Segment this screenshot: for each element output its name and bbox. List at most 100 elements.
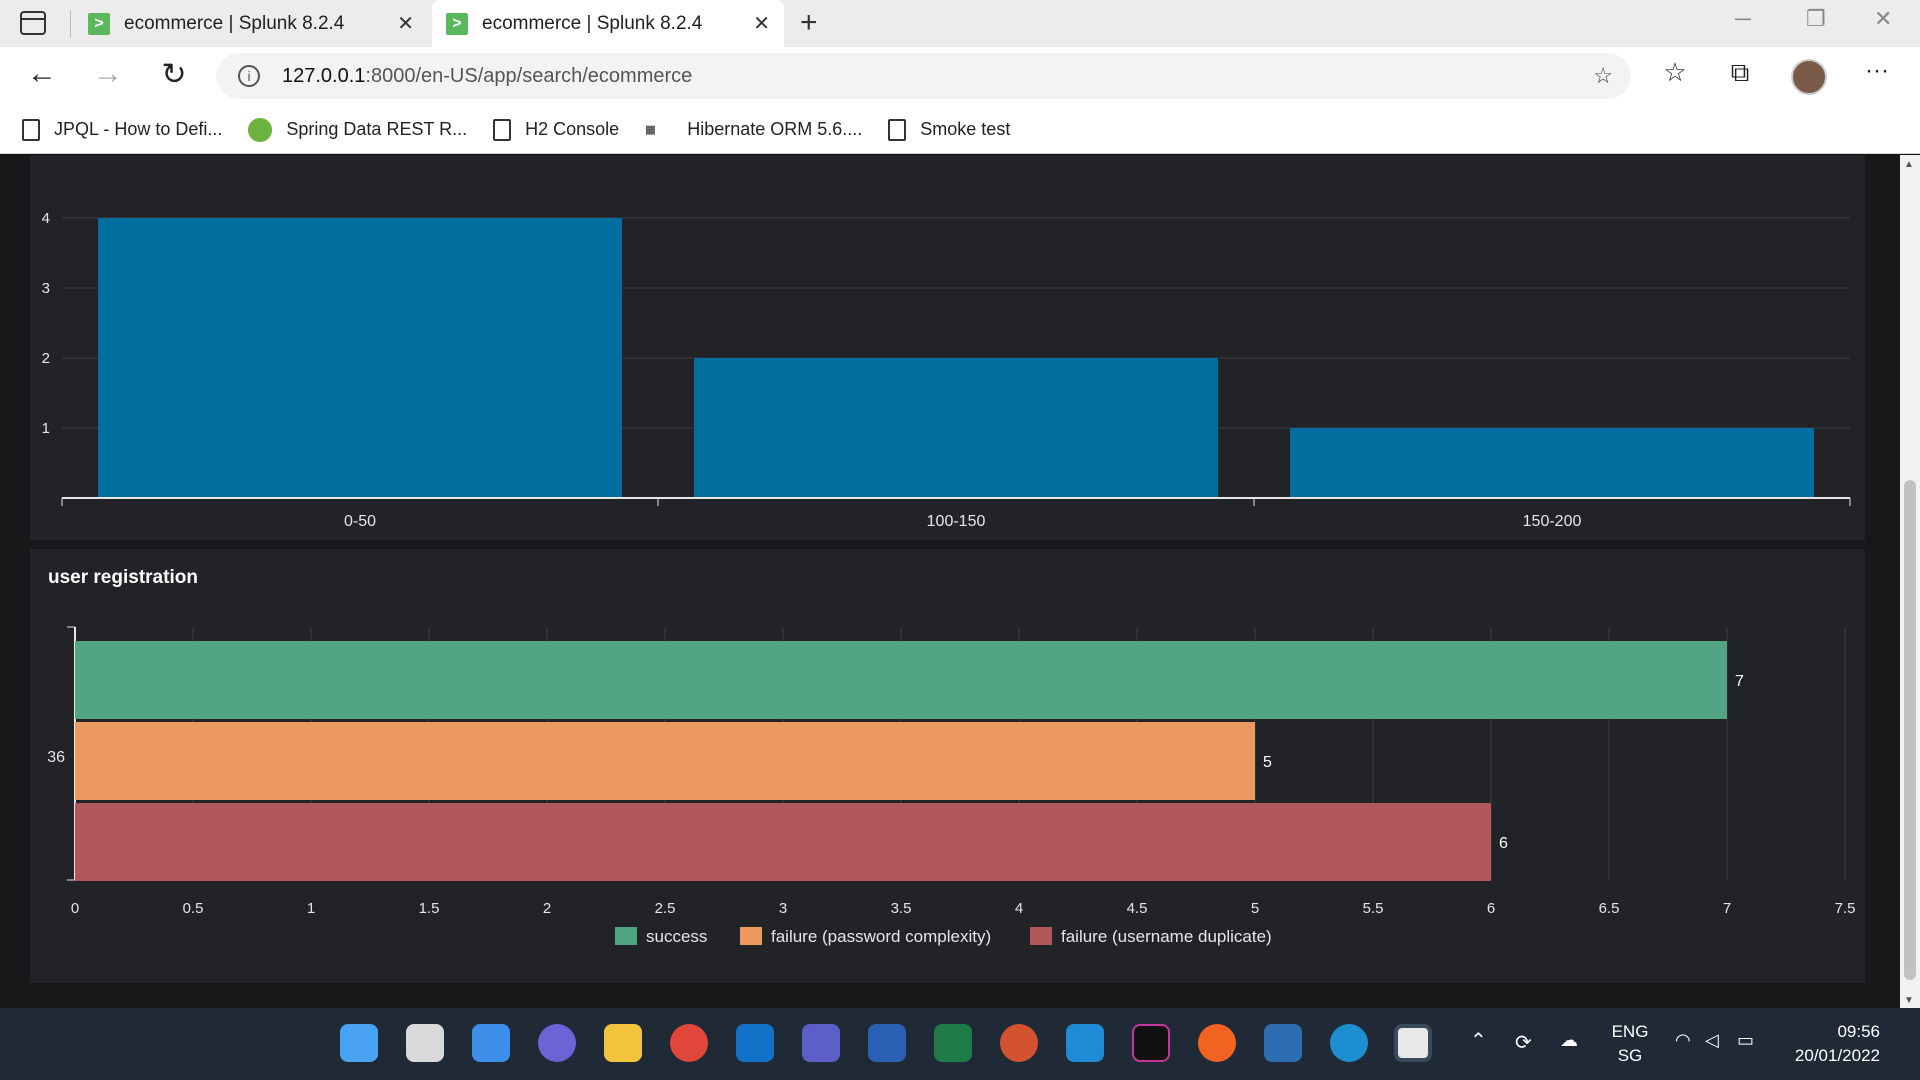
scroll-up-icon[interactable]: ▲ (1904, 159, 1914, 170)
restore-icon[interactable]: ❐ (1806, 6, 1826, 32)
x-tick-label: 0.5 (183, 900, 204, 917)
bookmark-label: Spring Data REST R... (286, 119, 468, 139)
file-explorer-icon[interactable] (604, 1024, 642, 1062)
y-tick-label: 1 (42, 420, 50, 437)
back-icon[interactable]: ← (22, 57, 62, 91)
outlook-icon[interactable] (736, 1024, 774, 1062)
widgets-icon[interactable] (472, 1024, 510, 1062)
address-bar-row: ← → ↻ i 127.0.0.1:8000/en-US/app/search/… (0, 47, 1920, 106)
splunk-dashboard: 1 2 3 4 0-50 100-150 150-200 user registration… (0, 155, 1900, 1008)
legend-swatch (1030, 927, 1052, 945)
bookmark-smoke-test[interactable]: Smoke test (888, 118, 1011, 141)
legend-label: failure (username duplicate) (1061, 927, 1272, 946)
x-tick-label: 5 (1251, 900, 1259, 917)
chrome-icon[interactable] (670, 1024, 708, 1062)
info-icon[interactable]: i (238, 65, 260, 87)
tab-ecommerce-2[interactable]: > ecommerce | Splunk 8.2.4 ✕ (432, 0, 784, 47)
sync-icon[interactable]: ⟳ (1515, 1030, 1532, 1055)
bar (1290, 428, 1814, 498)
url-path: :8000/en-US/app/search/ecommerce (365, 64, 693, 87)
postman-icon[interactable] (1198, 1024, 1236, 1062)
x-tick-label: 1 (307, 900, 315, 917)
language: ENG (1611, 1022, 1649, 1041)
splunk-icon: > (446, 12, 468, 35)
word-icon[interactable] (868, 1024, 906, 1062)
forward-icon[interactable]: → (88, 57, 128, 91)
task-view-icon[interactable] (406, 1024, 444, 1062)
refresh-icon[interactable]: ↻ (154, 57, 194, 92)
x-tick-label: 2.5 (655, 900, 676, 917)
x-tick-label: 3 (779, 900, 787, 917)
tab-strip: > ecommerce | Splunk 8.2.4 ✕ > ecommerce… (0, 0, 1920, 47)
bookmark-spring-data-rest[interactable]: Spring Data REST R... (248, 117, 468, 142)
powerpoint-icon[interactable] (1000, 1024, 1038, 1062)
intellij-icon[interactable] (1132, 1024, 1170, 1062)
y-tick-label: 2 (42, 350, 50, 367)
avatar[interactable] (1791, 59, 1827, 95)
more-icon[interactable]: ··· (1857, 57, 1897, 85)
time: 09:56 (1837, 1022, 1880, 1041)
start-icon[interactable] (340, 1024, 378, 1062)
bookmark-jpql[interactable]: JPQL - How to Defi... (22, 118, 223, 141)
x-tick-label: 5.5 (1363, 900, 1384, 917)
edge-icon[interactable] (1330, 1024, 1368, 1062)
legend-swatch (740, 927, 762, 945)
chevron-up-icon[interactable]: ⌃ (1470, 1028, 1487, 1053)
snipping-tool-icon[interactable] (1394, 1024, 1432, 1062)
bar-2 (75, 803, 1491, 881)
data-label: 7 (1735, 673, 1744, 690)
bar-1 (75, 722, 1255, 800)
favorites-icon[interactable]: ☆ (1655, 57, 1695, 88)
tab-title: ecommerce | Splunk 8.2.4 (482, 12, 703, 34)
panel-title: user registration (48, 567, 198, 588)
wifi-icon[interactable]: ◠ (1675, 1030, 1691, 1051)
teams-icon[interactable] (802, 1024, 840, 1062)
taskbar: ⌃ ⟳ ☁ ENG SG ◠ ◁ ▭ 09:56 20/01/2022 (0, 1008, 1920, 1080)
bookmark-hibernate[interactable]: ▦ Hibernate ORM 5.6.... (645, 119, 862, 140)
new-tab-button[interactable]: + (800, 6, 818, 40)
tab-actions-icon[interactable] (20, 11, 46, 35)
x-tick-label: 4 (1015, 900, 1023, 917)
clock[interactable]: 09:56 20/01/2022 (1780, 1022, 1880, 1066)
page-icon (493, 118, 512, 141)
page-scrollbar[interactable]: ▲ ▼ (1900, 155, 1920, 1008)
onedrive-icon[interactable]: ☁ (1560, 1030, 1578, 1051)
vscode-icon[interactable] (1066, 1024, 1104, 1062)
x-tick-label: 7 (1723, 900, 1731, 917)
tab-separator (70, 10, 71, 38)
spring-icon (248, 117, 273, 142)
x-tick-label: 7.5 (1835, 900, 1856, 917)
bookmark-label: Hibernate ORM 5.6.... (687, 119, 863, 139)
battery-icon[interactable]: ▭ (1737, 1030, 1754, 1051)
scroll-down-icon[interactable]: ▼ (1904, 995, 1914, 1006)
address-bar[interactable]: i 127.0.0.1:8000/en-US/app/search/ecomme… (216, 53, 1631, 99)
bookmark-h2-console[interactable]: H2 Console (493, 118, 620, 141)
tab-ecommerce-1[interactable]: > ecommerce | Splunk 8.2.4 ✕ (74, 0, 428, 47)
chat-icon[interactable] (538, 1024, 576, 1062)
excel-icon[interactable] (934, 1024, 972, 1062)
scroll-thumb[interactable] (1904, 480, 1916, 980)
bar (98, 218, 622, 498)
collections-icon[interactable]: ⧉ (1720, 57, 1760, 89)
histogram-chart: 1 2 3 4 0-50 100-150 150-200 (42, 210, 1851, 530)
legend-label: success (646, 927, 707, 946)
volume-icon[interactable]: ◁ (1705, 1030, 1719, 1051)
add-favorite-icon[interactable]: ☆ (1593, 63, 1613, 89)
x-tick-label: 2 (543, 900, 551, 917)
minimize-icon[interactable]: ─ (1735, 6, 1751, 32)
close-window-icon[interactable]: ✕ (1874, 6, 1892, 32)
close-icon[interactable]: ✕ (397, 11, 414, 36)
splunk-icon: > (88, 12, 110, 35)
bookmark-label: H2 Console (525, 119, 620, 139)
network-icon[interactable] (1264, 1024, 1302, 1062)
bookmark-label: JPQL - How to Defi... (54, 119, 223, 139)
language-indicator[interactable]: ENG SG (1605, 1022, 1655, 1066)
tab-title: ecommerce | Splunk 8.2.4 (124, 12, 345, 34)
close-icon[interactable]: ✕ (753, 11, 770, 36)
user-registration-panel: user registration 0 0.5 1 1.5 2 2.5 3 3.5 4 4.5 5 5… (30, 549, 1865, 983)
x-tick-label: 0 (71, 900, 79, 917)
y-tick-label: 4 (42, 210, 50, 227)
legend-label: failure (password complexity) (771, 927, 991, 946)
y-tick-label: 36 (47, 749, 65, 766)
bookmark-label: Smoke test (920, 119, 1011, 139)
